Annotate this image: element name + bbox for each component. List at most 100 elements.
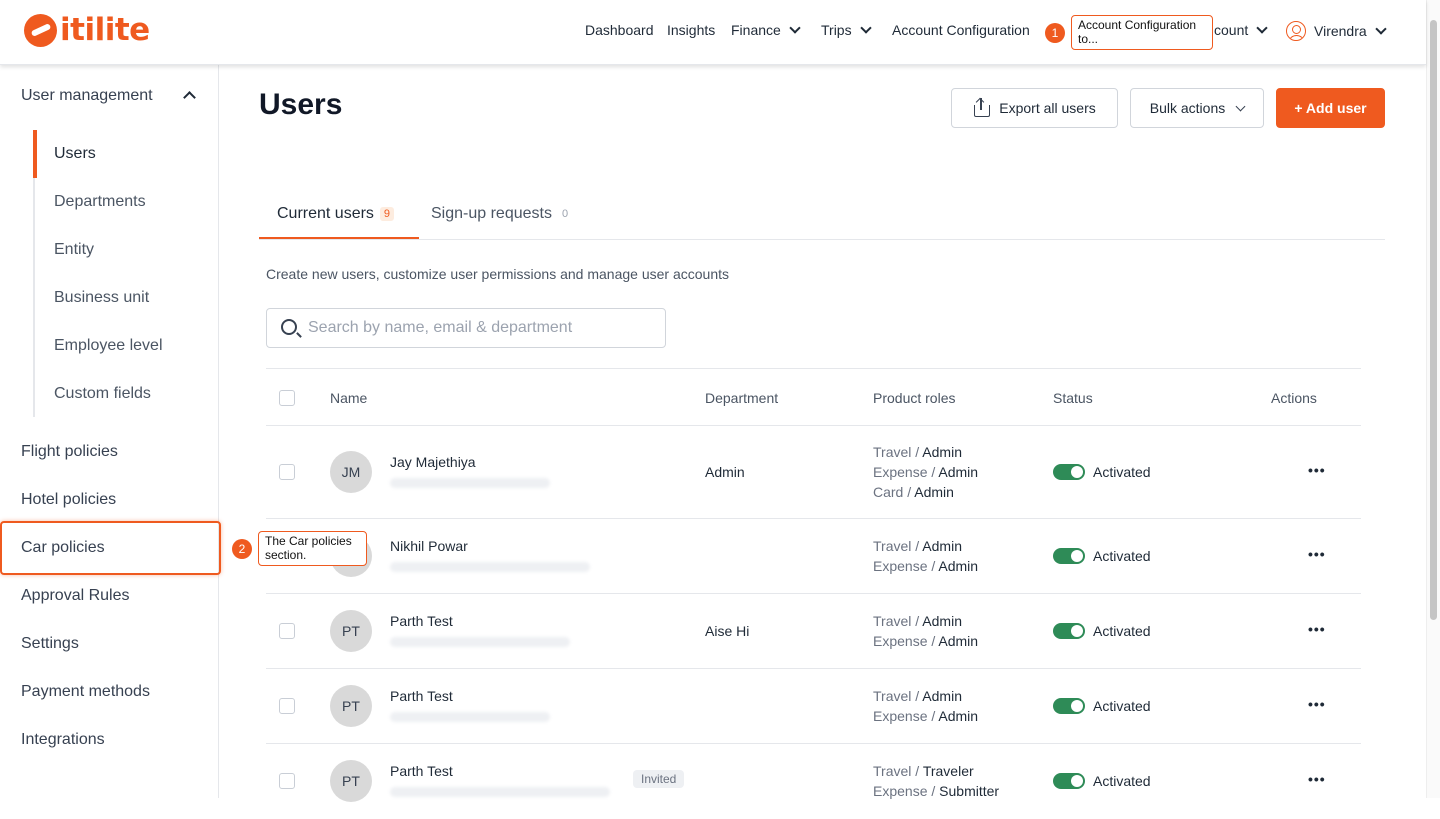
sidebar-item-custom-fields[interactable]: Custom fields xyxy=(54,385,151,403)
sidebar-item-settings[interactable]: Settings xyxy=(21,635,79,653)
role-product: Expense xyxy=(873,558,928,574)
add-user-button[interactable]: + Add user xyxy=(1276,88,1385,128)
status-toggle[interactable] xyxy=(1053,464,1085,480)
bulk-actions-button[interactable]: Bulk actions xyxy=(1130,88,1264,128)
role-product: Travel xyxy=(873,613,912,629)
sidebar-item-departments[interactable]: Departments xyxy=(54,193,146,211)
row-checkbox[interactable] xyxy=(279,464,295,480)
role-product: Travel xyxy=(873,763,912,779)
tab-label: Sign-up requests xyxy=(431,205,552,222)
more-actions-icon[interactable]: ••• xyxy=(1308,771,1326,787)
sidebar-group-label: User management xyxy=(21,87,153,104)
role-value: Admin xyxy=(914,484,954,500)
role-product: Expense xyxy=(873,783,928,799)
chevron-up-icon xyxy=(183,91,196,104)
user-product-roles: Travel / Admin Expense / Admin xyxy=(873,688,979,724)
table-row: PT Parth Test Travel / Admin Expense / A… xyxy=(266,669,1361,744)
status-label: Activated xyxy=(1093,623,1151,639)
sidebar-item-approval-rules[interactable]: Approval Rules xyxy=(21,587,130,605)
user-product-roles: Travel / Admin Expense / Admin Card / Ad… xyxy=(873,444,979,500)
user-name[interactable]: Jay Majethiya xyxy=(390,454,476,470)
table-row: PT Parth Test Aise Hi Travel / Admin Exp… xyxy=(266,594,1361,669)
select-all-checkbox[interactable] xyxy=(279,390,295,406)
tab-count-badge: 0 xyxy=(561,208,569,220)
nav-user-label: Virendra xyxy=(1314,23,1367,39)
user-product-roles: Travel / Admin Expense / Admin xyxy=(873,538,979,574)
row-checkbox[interactable] xyxy=(279,698,295,714)
avatar: PT xyxy=(330,610,372,652)
status-toggle[interactable] xyxy=(1053,623,1085,639)
annotation-badge-2: 2 xyxy=(232,539,252,559)
sidebar-group-user-management[interactable]: User management xyxy=(21,87,196,105)
search-icon xyxy=(281,319,297,335)
table-row: NP Nikhil Powar Travel / Admin Expense /… xyxy=(266,519,1361,594)
user-email-redacted xyxy=(390,787,610,797)
sidebar-item-entity[interactable]: Entity xyxy=(54,241,94,259)
sidebar-item-hotel-policies[interactable]: Hotel policies xyxy=(21,491,116,509)
role-product: Travel xyxy=(873,444,912,460)
row-checkbox[interactable] xyxy=(279,623,295,639)
user-name[interactable]: Parth Test xyxy=(390,763,453,779)
table-header: Name Department Product roles Status Act… xyxy=(266,368,1361,426)
nav-account-label: count xyxy=(1214,22,1249,38)
annotation-badge-1: 1 xyxy=(1045,23,1065,43)
sidebar-item-users[interactable]: Users xyxy=(54,145,96,163)
role-value: Admin xyxy=(938,464,979,480)
search-box xyxy=(266,308,666,348)
plane-logo-icon xyxy=(24,13,57,47)
tab-sign-up-requests[interactable]: Sign-up requests 0 xyxy=(431,205,572,223)
role-product: Expense xyxy=(873,708,928,724)
role-value: Admin xyxy=(938,708,979,724)
sidebar-item-flight-policies[interactable]: Flight policies xyxy=(21,443,118,461)
row-checkbox[interactable] xyxy=(279,773,295,789)
role-product: Expense xyxy=(873,633,928,649)
nav-account[interactable]: count xyxy=(1214,22,1268,38)
sidebar-item-payment-methods[interactable]: Payment methods xyxy=(21,683,150,701)
page-scrollbar[interactable] xyxy=(1426,0,1440,798)
user-name[interactable]: Parth Test xyxy=(390,688,453,704)
status-label: Activated xyxy=(1093,464,1151,480)
more-actions-icon[interactable]: ••• xyxy=(1308,621,1326,637)
avatar: PT xyxy=(330,685,372,727)
search-input[interactable] xyxy=(308,319,648,337)
sidebar-item-business-unit[interactable]: Business unit xyxy=(54,289,149,307)
nav-finance[interactable]: Finance xyxy=(731,22,801,38)
more-actions-icon[interactable]: ••• xyxy=(1308,696,1326,712)
tab-label: Current users xyxy=(277,205,374,222)
user-tabs: Current users 9 Sign-up requests 0 xyxy=(259,190,1385,240)
more-actions-icon[interactable]: ••• xyxy=(1308,546,1326,562)
nav-insights[interactable]: Insights xyxy=(667,22,715,38)
status-toggle[interactable] xyxy=(1053,698,1085,714)
user-name[interactable]: Parth Test xyxy=(390,613,453,629)
user-name[interactable]: Nikhil Powar xyxy=(390,538,468,554)
status-toggle[interactable] xyxy=(1053,773,1085,789)
export-button-label: Export all users xyxy=(999,100,1096,116)
nav-account-configuration[interactable]: Account Configuration xyxy=(892,22,1030,38)
status-label: Activated xyxy=(1093,548,1151,564)
invited-badge: Invited xyxy=(633,770,685,788)
role-product: Travel xyxy=(873,688,912,704)
more-actions-icon[interactable]: ••• xyxy=(1308,462,1326,478)
role-value: Traveler xyxy=(922,763,974,779)
nav-user-menu[interactable]: Virendra xyxy=(1286,21,1387,41)
scrollbar-thumb[interactable] xyxy=(1430,20,1437,620)
itilite-logo[interactable]: itilite xyxy=(24,12,150,48)
sidebar-item-employee-level[interactable]: Employee level xyxy=(54,337,163,355)
role-value: Admin xyxy=(938,558,979,574)
header-department: Department xyxy=(705,390,779,406)
user-email-redacted xyxy=(390,562,590,572)
nav-trips[interactable]: Trips xyxy=(821,22,872,38)
sidebar-item-car-policies[interactable]: Car policies xyxy=(21,539,105,557)
chevron-down-icon xyxy=(1256,22,1268,34)
sidebar-item-integrations[interactable]: Integrations xyxy=(21,731,105,749)
annotation-label-1: Account Configuration to... xyxy=(1071,15,1213,50)
tab-current-users[interactable]: Current users 9 xyxy=(277,205,395,223)
chevron-down-icon xyxy=(789,22,801,34)
export-all-users-button[interactable]: Export all users xyxy=(951,88,1118,128)
user-email-redacted xyxy=(390,637,570,647)
status-toggle[interactable] xyxy=(1053,548,1085,564)
role-value: Admin xyxy=(922,613,962,629)
user-department: Aise Hi xyxy=(705,623,750,639)
sidebar-active-indicator xyxy=(33,130,37,178)
nav-dashboard[interactable]: Dashboard xyxy=(585,22,654,38)
